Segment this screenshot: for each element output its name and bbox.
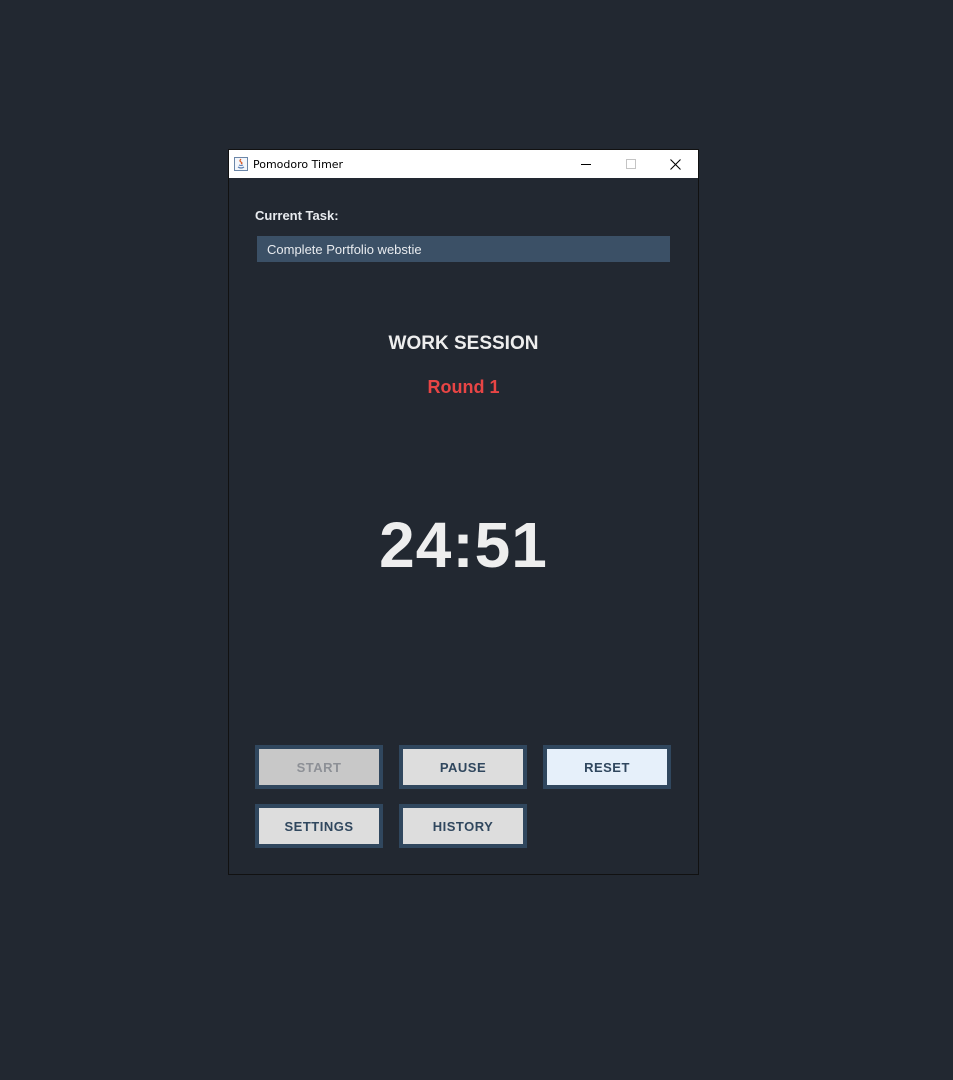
java-app-icon bbox=[234, 157, 248, 171]
app-window: Pomodoro Timer Current Task: Complete Po… bbox=[228, 149, 699, 875]
pause-button[interactable]: PAUSE bbox=[399, 745, 527, 789]
reset-button[interactable]: RESET bbox=[543, 745, 671, 789]
minimize-button[interactable] bbox=[563, 150, 608, 178]
session-type-label: WORK SESSION bbox=[388, 333, 539, 354]
settings-button[interactable]: SETTINGS bbox=[255, 804, 383, 848]
history-button[interactable]: HISTORY bbox=[399, 804, 527, 848]
close-button[interactable] bbox=[653, 150, 698, 178]
start-button[interactable]: START bbox=[255, 745, 383, 789]
window-controls bbox=[563, 150, 698, 178]
timer-display: 24:51 bbox=[379, 509, 548, 581]
current-task-label: Current Task: bbox=[255, 208, 339, 223]
maximize-button[interactable] bbox=[608, 150, 653, 178]
desktop: Pomodoro Timer Current Task: Complete Po… bbox=[0, 0, 953, 1080]
window-title: Pomodoro Timer bbox=[253, 157, 344, 171]
maximize-icon bbox=[625, 159, 636, 169]
close-icon bbox=[670, 158, 681, 170]
title-bar[interactable]: Pomodoro Timer bbox=[229, 150, 698, 178]
minimize-icon bbox=[580, 164, 591, 165]
current-task-input[interactable] bbox=[257, 236, 670, 262]
round-label: Round 1 bbox=[427, 377, 500, 397]
timer-panel: Current Task: WORK SESSION Round 1 24:51… bbox=[229, 178, 698, 874]
